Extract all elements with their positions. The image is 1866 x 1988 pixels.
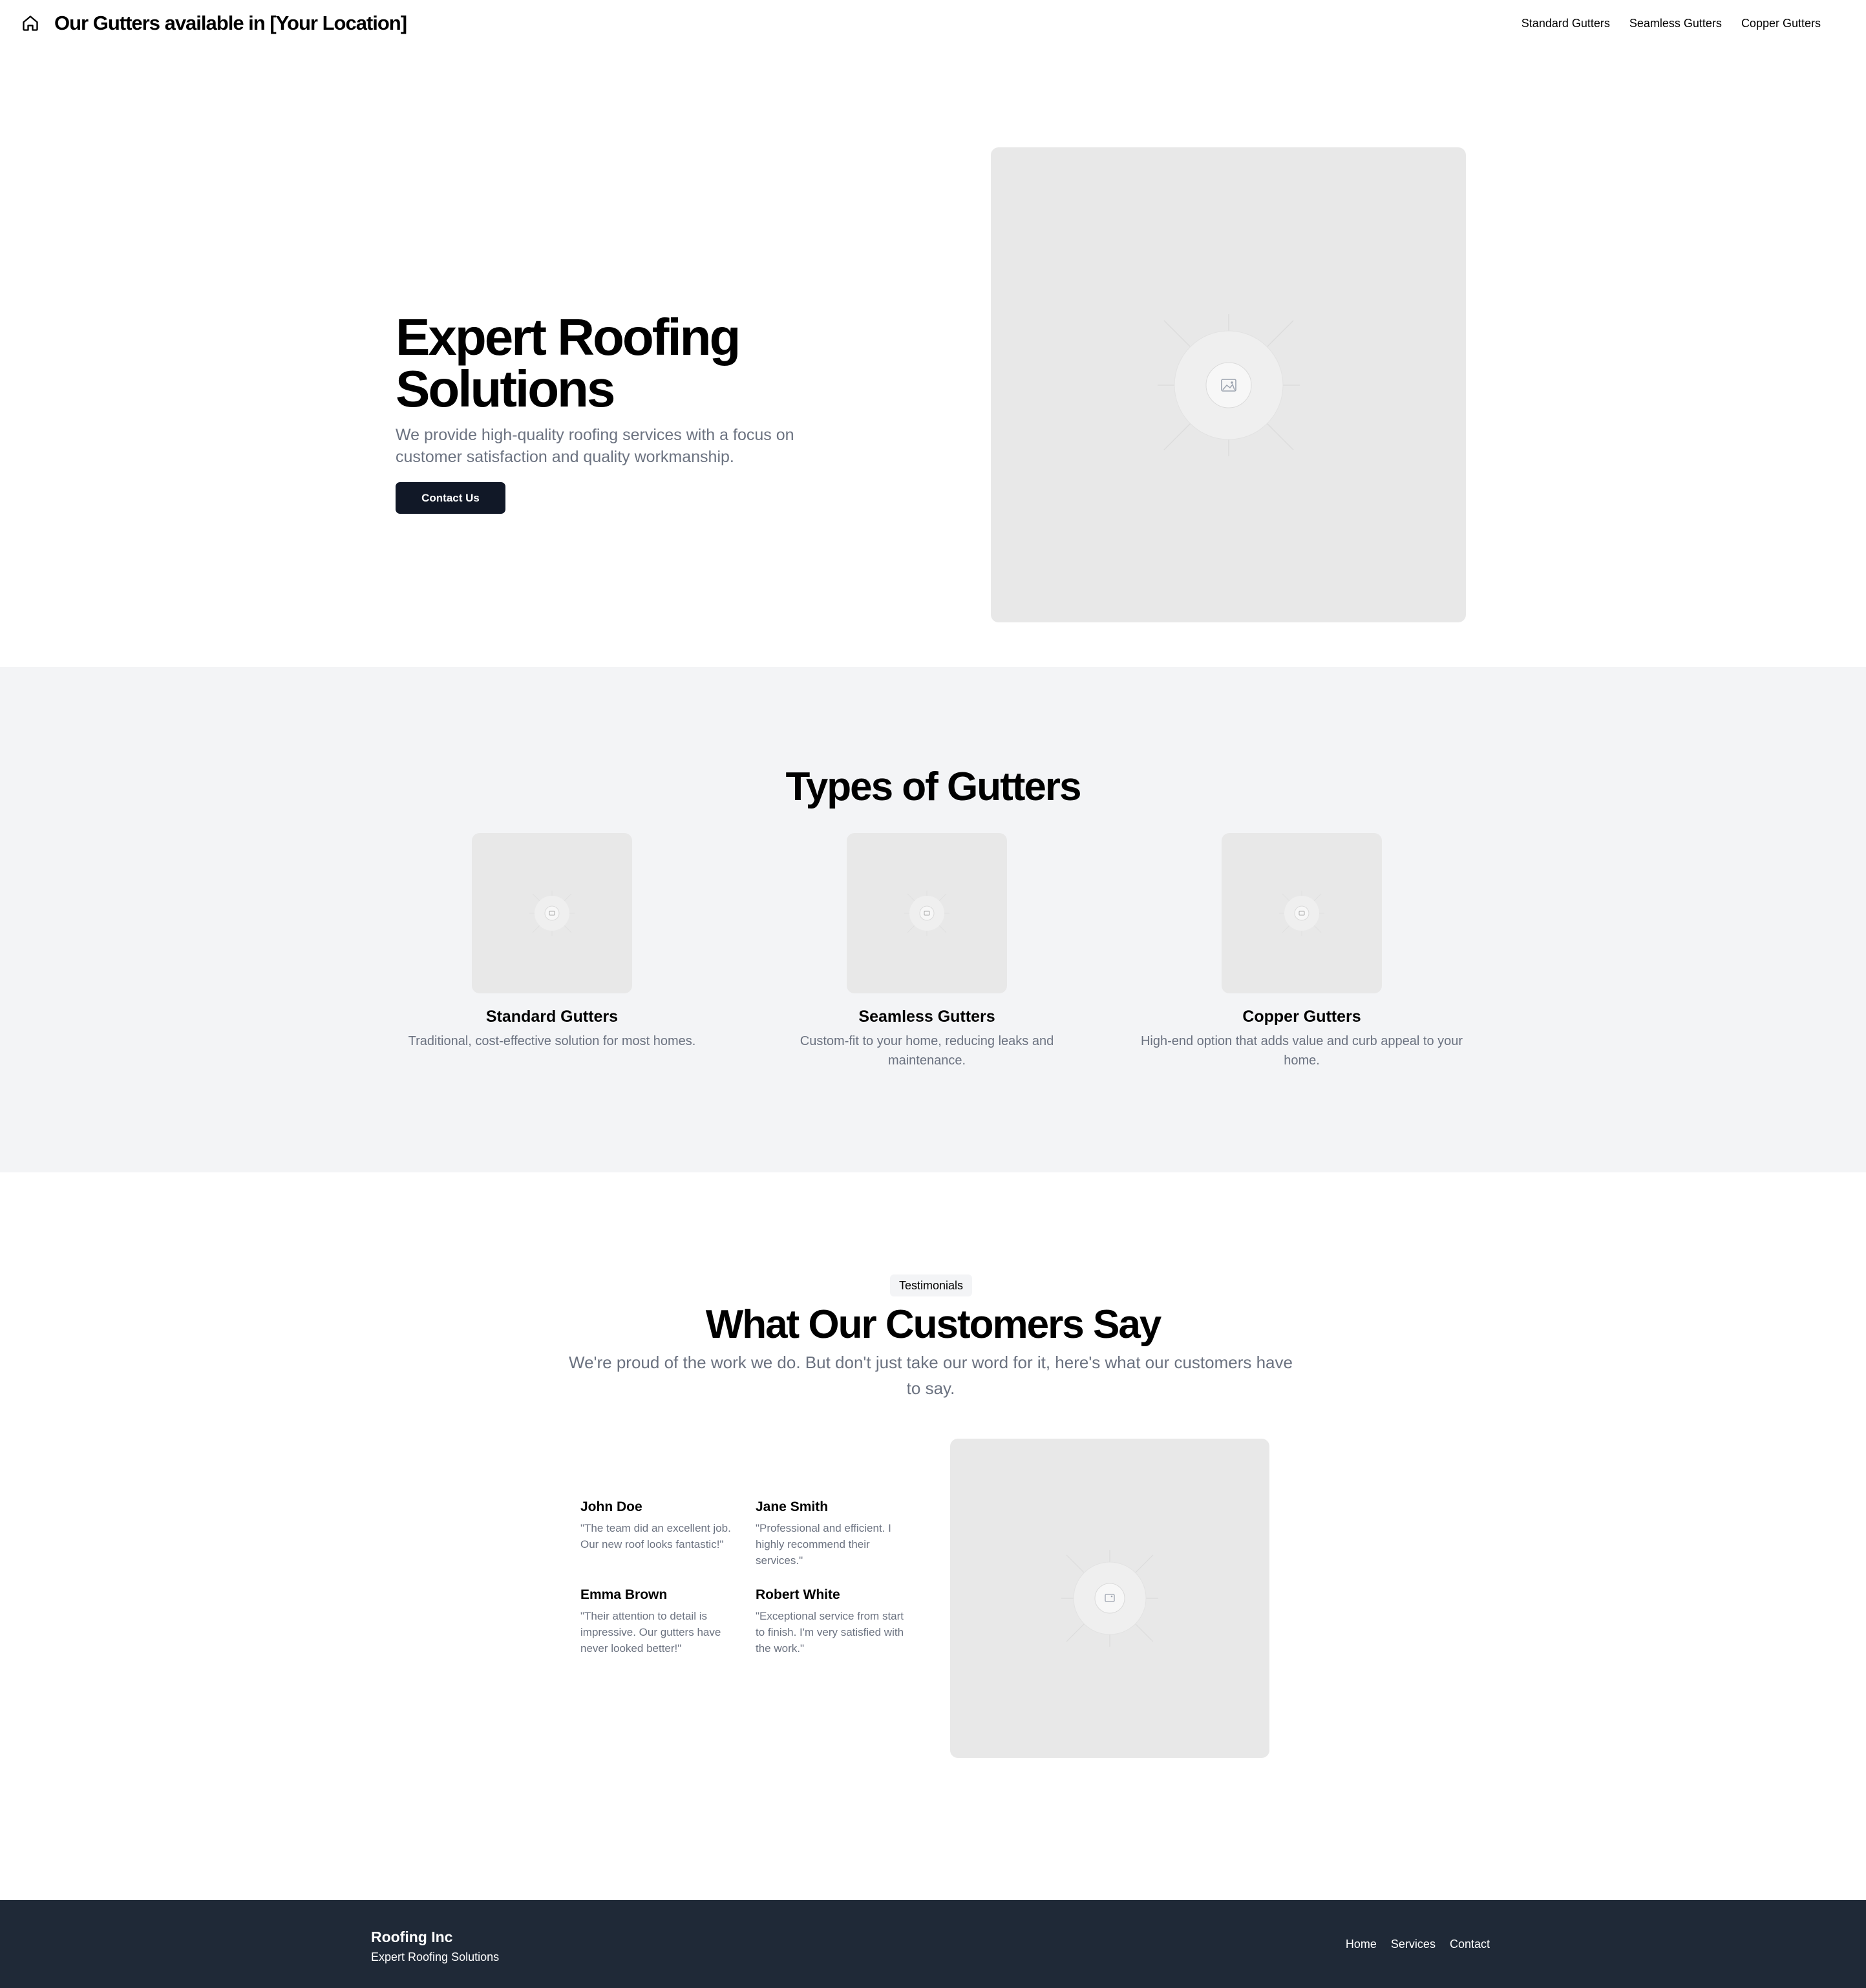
testimonial-name: Robert White	[756, 1587, 840, 1602]
image-placeholder-icon	[1157, 313, 1300, 456]
nav-link-standard-gutters[interactable]: Standard Gutters	[1521, 17, 1610, 30]
gutter-desc-standard: Traditional, cost-effective solution for…	[408, 1034, 696, 1048]
hero-title: Expert Roofing Solutions	[396, 308, 741, 418]
footer-link-home[interactable]: Home	[1346, 1938, 1377, 1951]
contact-us-button[interactable]: Contact Us	[396, 482, 505, 514]
gutter-image-standard	[472, 833, 632, 993]
site-footer: Roofing Inc Expert Roofing Solutions Hom…	[0, 1900, 1866, 1988]
testimonials-badge: Testimonials	[890, 1274, 973, 1296]
testimonial-quote: "Professional and efficient. I highly re…	[756, 1522, 891, 1567]
testimonial-item: Jane Smith "Professional and efficient. …	[756, 1499, 911, 1569]
gutter-title-copper: Copper Gutters	[1242, 1008, 1361, 1026]
gutter-card-copper: Copper Gutters High-end option that adds…	[1140, 833, 1463, 1070]
page: Our Gutters available in [Your Location]…	[0, 0, 1866, 1988]
footer-link-services[interactable]: Services	[1391, 1938, 1436, 1951]
testimonials-heading: What Our Customers Say	[705, 1302, 1162, 1347]
site-header: Our Gutters available in [Your Location]…	[0, 0, 1866, 47]
gutter-title-standard: Standard Gutters	[485, 1008, 619, 1026]
testimonial-item: Emma Brown "Their attention to detail is…	[580, 1587, 736, 1656]
testimonial-quote: "The team did an excellent job. Our new …	[580, 1522, 731, 1550]
types-heading: Types of Gutters	[785, 765, 1081, 809]
gutter-desc-seamless: Custom-fit to your home, reducing leaks …	[800, 1034, 1054, 1068]
image-placeholder-icon	[904, 891, 949, 936]
home-icon[interactable]	[19, 12, 41, 34]
image-placeholder-icon	[1061, 1550, 1158, 1647]
hero-content: Expert Roofing Solutions We provide high…	[396, 312, 926, 514]
testimonials-image	[950, 1439, 1269, 1758]
hero-section: Expert Roofing Solutions We provide high…	[0, 47, 1866, 667]
hero-image	[991, 147, 1466, 622]
footer-brand: Roofing Inc	[371, 1929, 453, 1945]
gutter-title-seamless: Seamless Gutters	[858, 1008, 995, 1026]
image-placeholder-icon	[1279, 891, 1324, 936]
testimonial-item: John Doe "The team did an excellent job.…	[580, 1499, 736, 1552]
testimonial-name: Jane Smith	[756, 1499, 829, 1514]
testimonial-name: Emma Brown	[580, 1587, 668, 1602]
gutter-desc-copper: High-end option that adds value and curb…	[1140, 1034, 1463, 1068]
gutter-image-copper	[1222, 833, 1382, 993]
footer-tagline: Expert Roofing Solutions	[371, 1951, 500, 1963]
gutter-card-standard: Standard Gutters Traditional, cost-effec…	[390, 833, 714, 1051]
image-placeholder-icon	[529, 891, 575, 936]
hero-subtitle: We provide high-quality roofing services…	[396, 426, 794, 466]
nav-link-copper-gutters[interactable]: Copper Gutters	[1741, 17, 1821, 30]
gutter-types-section: Types of Gutters Standard Gutters Tradit…	[0, 667, 1866, 1172]
testimonials-subtitle: We're proud of the work we do. But don't…	[569, 1353, 1293, 1398]
gutter-card-seamless: Seamless Gutters Custom-fit to your home…	[765, 833, 1088, 1070]
testimonial-name: John Doe	[580, 1499, 642, 1514]
site-title: Our Gutters available in [Your Location]	[54, 12, 407, 34]
testimonial-quote: "Exceptional service from start to finis…	[756, 1610, 904, 1655]
footer-nav: Home Services Contact	[1346, 1938, 1490, 1951]
nav-link-seamless-gutters[interactable]: Seamless Gutters	[1629, 17, 1722, 30]
testimonial-quote: "Their attention to detail is impressive…	[580, 1610, 721, 1655]
testimonials-section: Testimonials What Our Customers Say We'r…	[0, 1172, 1866, 1900]
header-nav: Standard Gutters Seamless Gutters Copper…	[1521, 17, 1821, 30]
footer-link-contact[interactable]: Contact	[1450, 1938, 1490, 1951]
testimonial-item: Robert White "Exceptional service from s…	[756, 1587, 911, 1656]
gutter-image-seamless	[847, 833, 1007, 993]
